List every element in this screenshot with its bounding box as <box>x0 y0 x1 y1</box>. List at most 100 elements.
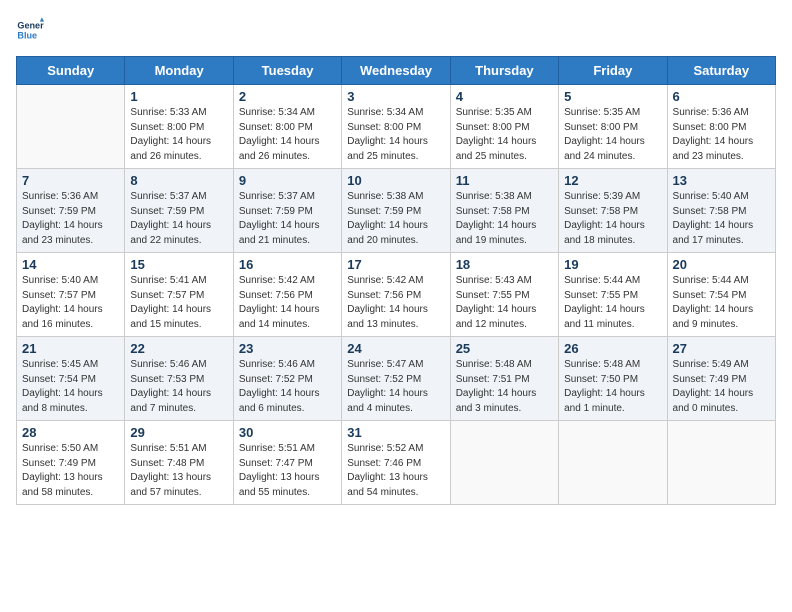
day-info: Sunrise: 5:36 AM Sunset: 7:59 PM Dayligh… <box>22 190 119 248</box>
day-number: 21 <box>22 341 119 356</box>
day-info: Sunrise: 5:49 AM Sunset: 7:49 PM Dayligh… <box>673 358 770 416</box>
day-info: Sunrise: 5:34 AM Sunset: 8:00 PM Dayligh… <box>347 106 444 164</box>
day-number: 22 <box>130 341 227 356</box>
day-number: 20 <box>673 257 770 272</box>
calendar-cell: 17 Sunrise: 5:42 AM Sunset: 7:56 PM Dayli… <box>342 253 450 337</box>
day-info: Sunrise: 5:44 AM Sunset: 7:55 PM Dayligh… <box>564 274 661 332</box>
calendar-cell: 6Sunrise: 5:36 AM Sunset: 8:00 PM Daylig… <box>667 85 775 169</box>
calendar-cell: 20 Sunrise: 5:44 AM Sunset: 7:54 PM Dayli… <box>667 253 775 337</box>
day-info: Sunrise: 5:39 AM Sunset: 7:58 PM Dayligh… <box>564 190 661 248</box>
calendar-cell: 25 Sunrise: 5:48 AM Sunset: 7:51 PM Dayli… <box>450 337 558 421</box>
day-info: Sunrise: 5:48 AM Sunset: 7:50 PM Dayligh… <box>564 358 661 416</box>
day-number: 27 <box>673 341 770 356</box>
calendar-cell: 24 Sunrise: 5:47 AM Sunset: 7:52 PM Dayli… <box>342 337 450 421</box>
weekday-header-saturday: Saturday <box>667 57 775 85</box>
calendar-cell: 7Sunrise: 5:36 AM Sunset: 7:59 PM Daylig… <box>17 169 125 253</box>
page-header: General Blue <box>16 16 776 44</box>
calendar-cell <box>17 85 125 169</box>
day-info: Sunrise: 5:40 AM Sunset: 7:57 PM Dayligh… <box>22 274 119 332</box>
day-info: Sunrise: 5:35 AM Sunset: 8:00 PM Dayligh… <box>564 106 661 164</box>
day-info: Sunrise: 5:51 AM Sunset: 7:47 PM Dayligh… <box>239 442 336 500</box>
calendar-cell: 19Sunrise: 5:44 AM Sunset: 7:55 PM Dayli… <box>559 253 667 337</box>
calendar-cell: 13 Sunrise: 5:40 AM Sunset: 7:58 PM Dayli… <box>667 169 775 253</box>
day-number: 8 <box>130 173 227 188</box>
calendar-cell: 11 Sunrise: 5:38 AM Sunset: 7:58 PM Dayli… <box>450 169 558 253</box>
day-number: 14 <box>22 257 119 272</box>
day-number: 4 <box>456 89 553 104</box>
day-info: Sunrise: 5:47 AM Sunset: 7:52 PM Dayligh… <box>347 358 444 416</box>
day-info: Sunrise: 5:41 AM Sunset: 7:57 PM Dayligh… <box>130 274 227 332</box>
weekday-header-wednesday: Wednesday <box>342 57 450 85</box>
calendar-cell: 8 Sunrise: 5:37 AM Sunset: 7:59 PM Daylig… <box>125 169 233 253</box>
day-info: Sunrise: 5:46 AM Sunset: 7:52 PM Dayligh… <box>239 358 336 416</box>
day-info: Sunrise: 5:50 AM Sunset: 7:49 PM Dayligh… <box>22 442 119 500</box>
day-number: 12 <box>564 173 661 188</box>
weekday-header-row: SundayMondayTuesdayWednesdayThursdayFrid… <box>17 57 776 85</box>
weekday-header-friday: Friday <box>559 57 667 85</box>
weekday-header-tuesday: Tuesday <box>233 57 341 85</box>
day-number: 30 <box>239 425 336 440</box>
day-info: Sunrise: 5:46 AM Sunset: 7:53 PM Dayligh… <box>130 358 227 416</box>
calendar-cell: 23Sunrise: 5:46 AM Sunset: 7:52 PM Dayli… <box>233 337 341 421</box>
day-number: 10 <box>347 173 444 188</box>
calendar-cell: 9Sunrise: 5:37 AM Sunset: 7:59 PM Daylig… <box>233 169 341 253</box>
day-info: Sunrise: 5:43 AM Sunset: 7:55 PM Dayligh… <box>456 274 553 332</box>
weekday-header-sunday: Sunday <box>17 57 125 85</box>
day-info: Sunrise: 5:51 AM Sunset: 7:48 PM Dayligh… <box>130 442 227 500</box>
day-number: 28 <box>22 425 119 440</box>
calendar-cell: 21 Sunrise: 5:45 AM Sunset: 7:54 PM Dayli… <box>17 337 125 421</box>
day-number: 13 <box>673 173 770 188</box>
day-number: 17 <box>347 257 444 272</box>
calendar-cell: 18 Sunrise: 5:43 AM Sunset: 7:55 PM Dayli… <box>450 253 558 337</box>
day-info: Sunrise: 5:38 AM Sunset: 7:59 PM Dayligh… <box>347 190 444 248</box>
day-number: 18 <box>456 257 553 272</box>
day-number: 1 <box>130 89 227 104</box>
weekday-header-monday: Monday <box>125 57 233 85</box>
day-info: Sunrise: 5:35 AM Sunset: 8:00 PM Dayligh… <box>456 106 553 164</box>
logo-icon: General Blue <box>16 16 44 44</box>
day-info: Sunrise: 5:48 AM Sunset: 7:51 PM Dayligh… <box>456 358 553 416</box>
calendar-cell: 28 Sunrise: 5:50 AM Sunset: 7:49 PM Dayli… <box>17 421 125 505</box>
calendar-week-row: 21 Sunrise: 5:45 AM Sunset: 7:54 PM Dayli… <box>17 337 776 421</box>
day-number: 11 <box>456 173 553 188</box>
day-info: Sunrise: 5:52 AM Sunset: 7:46 PM Dayligh… <box>347 442 444 500</box>
day-number: 26 <box>564 341 661 356</box>
day-number: 24 <box>347 341 444 356</box>
day-number: 15 <box>130 257 227 272</box>
day-number: 16 <box>239 257 336 272</box>
day-info: Sunrise: 5:44 AM Sunset: 7:54 PM Dayligh… <box>673 274 770 332</box>
calendar-cell <box>667 421 775 505</box>
day-info: Sunrise: 5:34 AM Sunset: 8:00 PM Dayligh… <box>239 106 336 164</box>
svg-text:General: General <box>17 21 44 31</box>
calendar-cell <box>559 421 667 505</box>
day-info: Sunrise: 5:38 AM Sunset: 7:58 PM Dayligh… <box>456 190 553 248</box>
calendar-cell: 10 Sunrise: 5:38 AM Sunset: 7:59 PM Dayli… <box>342 169 450 253</box>
calendar-cell: 15 Sunrise: 5:41 AM Sunset: 7:57 PM Dayli… <box>125 253 233 337</box>
day-info: Sunrise: 5:42 AM Sunset: 7:56 PM Dayligh… <box>239 274 336 332</box>
calendar-cell: 22 Sunrise: 5:46 AM Sunset: 7:53 PM Dayli… <box>125 337 233 421</box>
day-info: Sunrise: 5:45 AM Sunset: 7:54 PM Dayligh… <box>22 358 119 416</box>
day-number: 3 <box>347 89 444 104</box>
calendar-cell: 2 Sunrise: 5:34 AM Sunset: 8:00 PM Daylig… <box>233 85 341 169</box>
calendar-cell: 16 Sunrise: 5:42 AM Sunset: 7:56 PM Dayli… <box>233 253 341 337</box>
day-number: 25 <box>456 341 553 356</box>
calendar-cell: 12 Sunrise: 5:39 AM Sunset: 7:58 PM Dayli… <box>559 169 667 253</box>
svg-text:Blue: Blue <box>17 30 37 40</box>
logo: General Blue <box>16 16 48 44</box>
day-number: 2 <box>239 89 336 104</box>
calendar-cell: 4 Sunrise: 5:35 AM Sunset: 8:00 PM Daylig… <box>450 85 558 169</box>
day-number: 5 <box>564 89 661 104</box>
day-number: 6 <box>673 89 770 104</box>
calendar-cell: 14 Sunrise: 5:40 AM Sunset: 7:57 PM Dayli… <box>17 253 125 337</box>
day-info: Sunrise: 5:37 AM Sunset: 7:59 PM Dayligh… <box>130 190 227 248</box>
day-info: Sunrise: 5:40 AM Sunset: 7:58 PM Dayligh… <box>673 190 770 248</box>
day-number: 31 <box>347 425 444 440</box>
day-info: Sunrise: 5:37 AM Sunset: 7:59 PM Dayligh… <box>239 190 336 248</box>
day-info: Sunrise: 5:42 AM Sunset: 7:56 PM Dayligh… <box>347 274 444 332</box>
calendar-week-row: 7Sunrise: 5:36 AM Sunset: 7:59 PM Daylig… <box>17 169 776 253</box>
day-number: 29 <box>130 425 227 440</box>
calendar-week-row: 14 Sunrise: 5:40 AM Sunset: 7:57 PM Dayli… <box>17 253 776 337</box>
calendar-cell <box>450 421 558 505</box>
calendar-cell: 26 Sunrise: 5:48 AM Sunset: 7:50 PM Dayli… <box>559 337 667 421</box>
calendar-cell: 1Sunrise: 5:33 AM Sunset: 8:00 PM Daylig… <box>125 85 233 169</box>
